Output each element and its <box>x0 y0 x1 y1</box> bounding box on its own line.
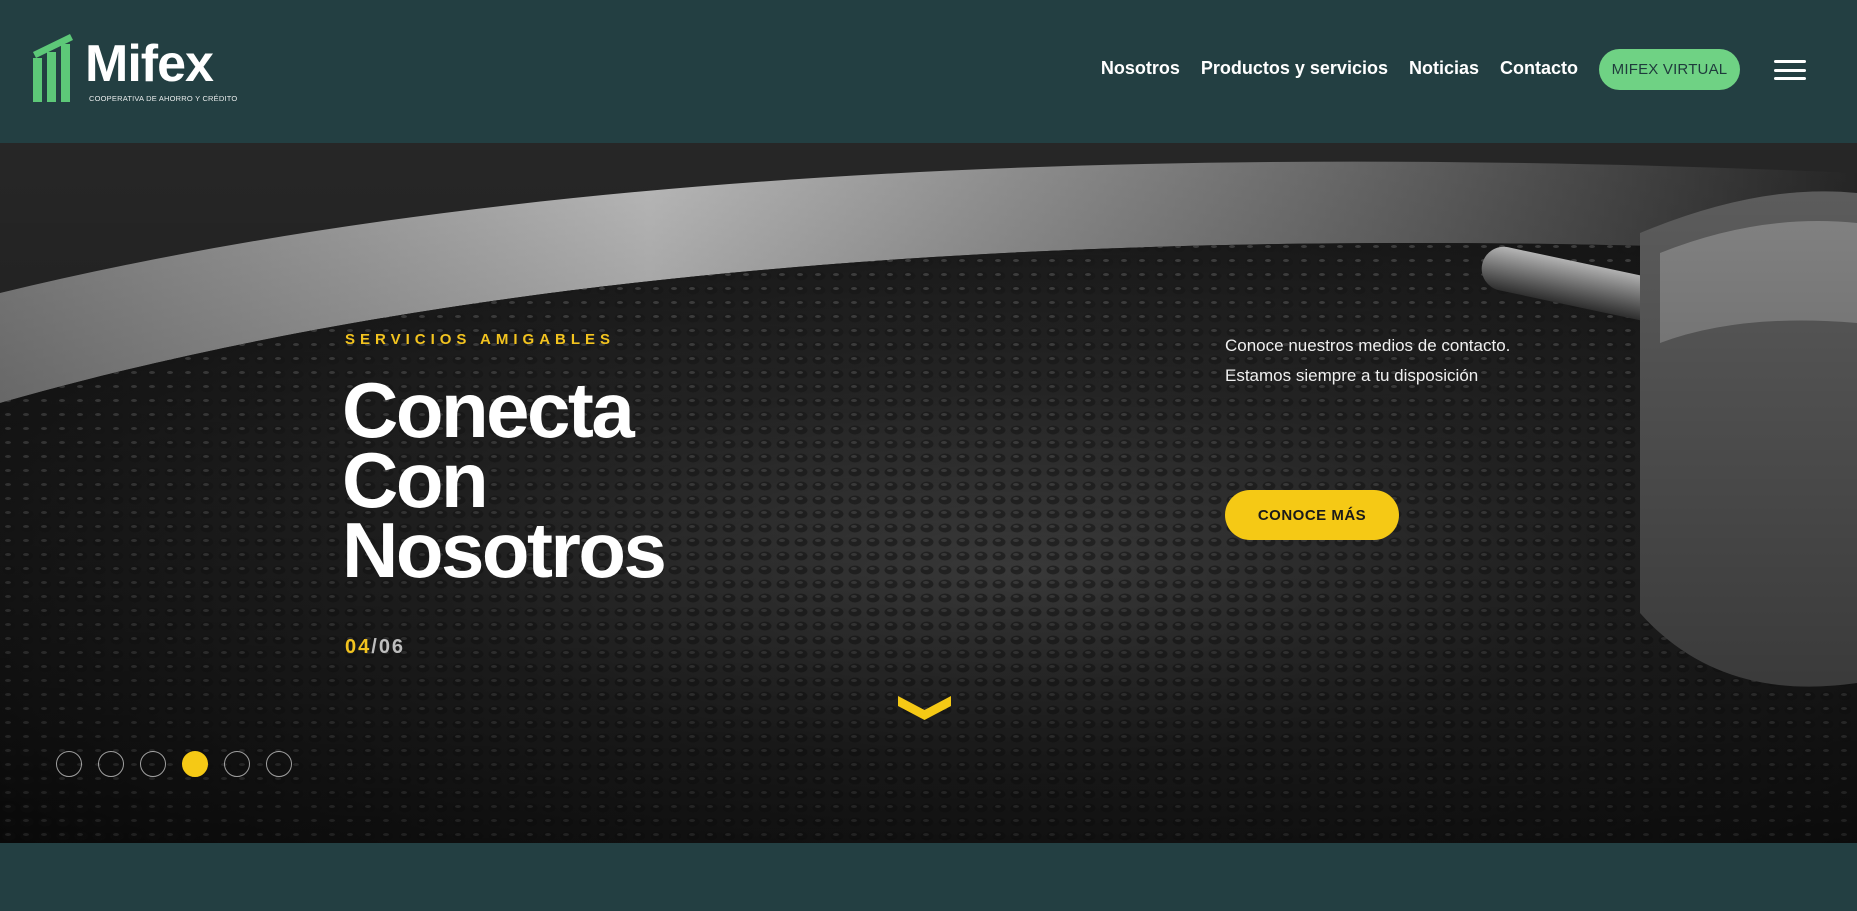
slider-dot-3[interactable] <box>140 751 166 777</box>
hero-headline-line: Nosotros <box>342 506 667 594</box>
nav-link-nosotros[interactable]: Nosotros <box>1101 58 1180 79</box>
slide-counter-current: 04 <box>345 636 372 658</box>
slider-pagination <box>56 751 292 777</box>
brand-tagline: COOPERATIVA DE AHORRO Y CRÉDITO <box>89 94 238 103</box>
mifex-virtual-button[interactable]: MIFEX VIRTUAL <box>1599 49 1740 90</box>
slider-dot-2[interactable] <box>98 751 124 777</box>
nav-link-contacto[interactable]: Contacto <box>1500 58 1578 79</box>
brand-logo[interactable]: Mifex COOPERATIVA DE AHORRO Y CRÉDITO <box>33 34 243 104</box>
brand-name: Mifex <box>85 35 214 93</box>
slider-dot-6[interactable] <box>266 751 292 777</box>
slider-dot-1[interactable] <box>56 751 82 777</box>
slider-dot-4-active[interactable] <box>182 751 208 777</box>
site-header: Mifex COOPERATIVA DE AHORRO Y CRÉDITO No… <box>0 0 1857 143</box>
slide-counter-separator: / <box>371 636 379 658</box>
hero-slider: SERVICIOS AMIGABLES Conecta Con Nosotros… <box>0 143 1857 843</box>
hero-headline: Conecta Con Nosotros <box>342 366 862 594</box>
slider-dot-5[interactable] <box>224 751 250 777</box>
hero-headline-line: Con <box>342 436 489 524</box>
main-nav: Nosotros Productos y servicios Noticias … <box>1101 58 1578 79</box>
hero-eyebrow: SERVICIOS AMIGABLES <box>345 331 616 348</box>
hero-description: Conoce nuestros medios de contacto. Esta… <box>1225 336 1511 385</box>
conoce-mas-button[interactable]: CONOCE MÁS <box>1225 490 1399 540</box>
nav-link-noticias[interactable]: Noticias <box>1409 58 1479 79</box>
logo-bars-icon <box>33 34 73 102</box>
chevron-down-icon[interactable] <box>898 690 951 723</box>
page-bottom-band <box>0 843 1857 911</box>
nav-link-productos[interactable]: Productos y servicios <box>1201 58 1388 79</box>
hamburger-icon[interactable] <box>1774 60 1806 80</box>
hero-background-image <box>0 143 1857 843</box>
slide-counter-total: 06 <box>378 636 406 658</box>
slide-counter: 04/06 <box>345 636 405 659</box>
hero-headline-line: Conecta <box>342 366 635 454</box>
